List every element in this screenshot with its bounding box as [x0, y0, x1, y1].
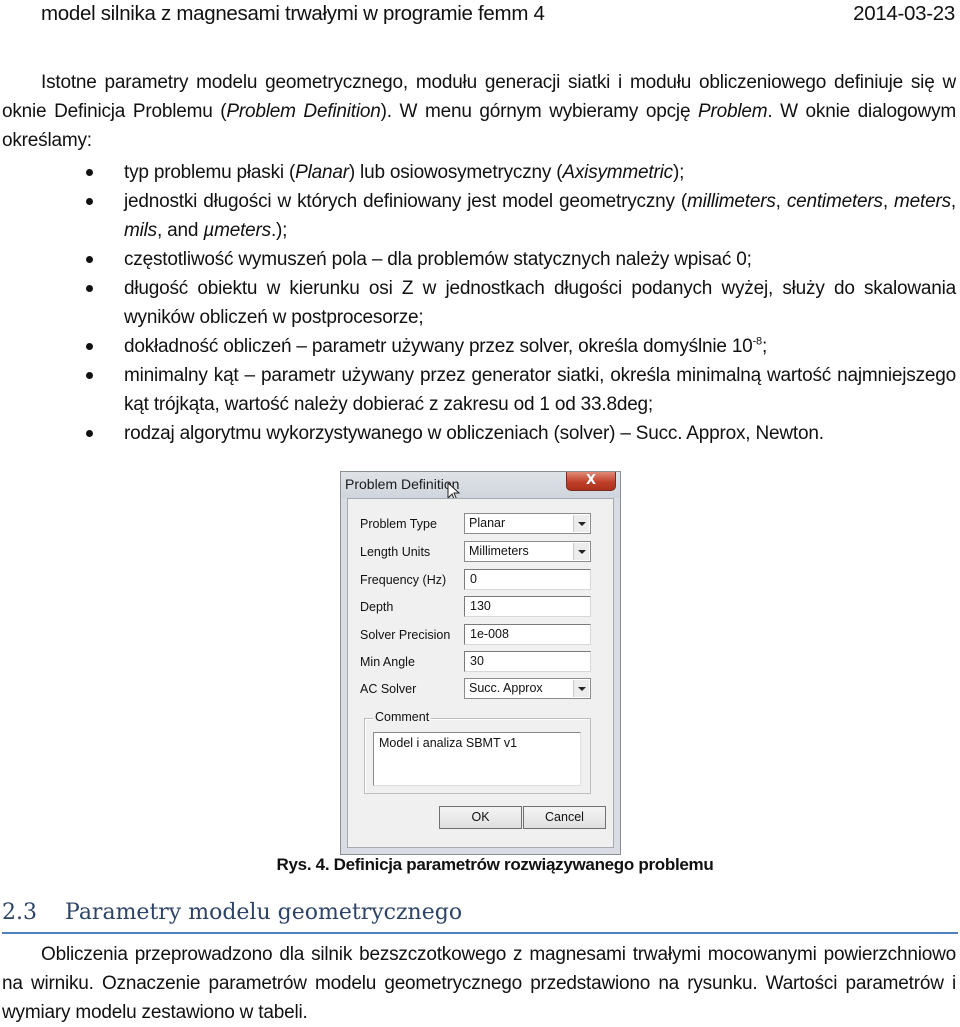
field-min-angle: Min Angle 30 [360, 651, 601, 673]
list-text: , [950, 191, 956, 212]
field-frequency: Frequency (Hz) 0 [360, 569, 601, 591]
running-header-date: 2014-03-23 [853, 2, 955, 25]
ok-button[interactable]: OK [439, 806, 522, 829]
list-text: typ problemu płaski ( [124, 162, 296, 183]
body-paragraph: Obliczenia przeprowadzono dla silnik bez… [2, 940, 956, 1027]
bullet-icon [86, 372, 93, 379]
dialog-titlebar[interactable]: Problem Definition X [341, 472, 620, 502]
parameter-list: typ problemu płaski (Planar) lub osiowos… [0, 158, 960, 448]
close-icon: X [585, 473, 597, 488]
list-italic: Axisymmetric [562, 162, 673, 183]
list-text: ; [761, 336, 768, 357]
list-text: minimalny kąt – parametr używany przez g… [124, 365, 956, 415]
list-text: długość obiektu w kierunku osi Z w jedno… [124, 278, 956, 328]
field-label: Depth [360, 600, 394, 614]
select-value: Planar [469, 516, 506, 530]
intro-text-2: ). W menu górnym wybieramy opcję [380, 101, 699, 122]
intro-italic-problem-definition: Problem Definition [226, 101, 381, 122]
bullet-icon [86, 285, 93, 292]
list-item: minimalny kąt – parametr używany przez g… [0, 361, 960, 419]
field-label: AC Solver [360, 682, 417, 696]
list-text: , and [156, 220, 204, 241]
bullet-icon [86, 169, 93, 176]
list-italic: mils [124, 220, 157, 241]
list-text: ) lub osiowosymetryczny ( [348, 162, 563, 183]
section-heading: 2.3 Parametry modelu geometrycznego [2, 898, 958, 934]
section-number: 2.3 [2, 900, 37, 925]
frequency-input[interactable]: 0 [464, 569, 591, 590]
list-text: , [882, 191, 894, 212]
list-item: rodzaj algorytmu wykorzystywanego w obli… [0, 419, 960, 448]
list-italic: centimeters [786, 191, 883, 212]
bullet-icon [86, 430, 93, 437]
exponent: -8 [752, 335, 763, 348]
list-item: częstotliwość wymuszeń pola – dla proble… [0, 245, 960, 274]
comment-textarea[interactable]: Model i analiza SBMT v1 [373, 732, 581, 786]
list-text: , [775, 191, 787, 212]
bullet-icon [86, 343, 93, 350]
comment-group: Comment Model i analiza SBMT v1 [364, 710, 591, 794]
depth-input[interactable]: 130 [464, 596, 591, 617]
chevron-down-icon[interactable] [573, 680, 589, 697]
running-header-title: model silnika z magnesami trwałymi w pro… [41, 2, 545, 25]
ac-solver-select[interactable]: Succ. Approx [464, 678, 591, 699]
select-value: Millimeters [469, 544, 529, 558]
chevron-down-icon[interactable] [573, 543, 589, 560]
figure-caption: Rys. 4. Definicja parametrów rozwiązywan… [276, 855, 714, 874]
list-italic: millimeters [687, 191, 776, 212]
problem-type-select[interactable]: Planar [464, 513, 591, 534]
field-label: Frequency (Hz) [360, 573, 447, 587]
field-depth: Depth 130 [360, 596, 601, 618]
list-item: dokładność obliczeń – parametr używany p… [0, 332, 960, 361]
field-label: Solver Precision [360, 628, 451, 642]
bullet-icon [86, 198, 93, 205]
list-text: ); [672, 162, 685, 183]
field-label: Min Angle [360, 655, 415, 669]
list-text: jednostki długości w których definiowany… [124, 191, 688, 212]
intro-paragraph: Istotne parametry modelu geometrycznego,… [2, 68, 956, 155]
dialog-title: Problem Definition [345, 476, 460, 492]
section-title: Parametry modelu geometrycznego [65, 900, 463, 925]
intro-italic-problem: Problem [698, 101, 768, 122]
length-units-select[interactable]: Millimeters [464, 541, 591, 562]
list-italic: meters [894, 191, 951, 212]
problem-definition-dialog: Problem Definition X Problem Type Planar… [340, 471, 621, 855]
field-solver-precision: Solver Precision 1e-008 [360, 624, 601, 646]
list-text: rodzaj algorytmu wykorzystywanego w obli… [124, 423, 824, 444]
list-text: .); [270, 220, 288, 241]
solver-precision-input[interactable]: 1e-008 [464, 624, 591, 645]
min-angle-input[interactable]: 30 [464, 651, 591, 672]
list-italic: µmeters [203, 220, 271, 241]
select-value: Succ. Approx [469, 681, 543, 695]
field-label: Length Units [360, 545, 431, 559]
comment-label: Comment [373, 710, 432, 724]
list-text: częstotliwość wymuszeń pola – dla proble… [124, 249, 752, 270]
list-italic: Planar [295, 162, 349, 183]
list-item: typ problemu płaski (Planar) lub osiowos… [0, 158, 960, 187]
list-item: długość obiektu w kierunku osi Z w jedno… [0, 274, 960, 332]
field-length-units: Length Units Millimeters [360, 541, 601, 563]
list-item: jednostki długości w których definiowany… [0, 187, 960, 245]
field-problem-type: Problem Type Planar [360, 513, 601, 535]
bullet-icon [86, 256, 93, 263]
list-text: dokładność obliczeń – parametr używany p… [124, 336, 753, 357]
field-ac-solver: AC Solver Succ. Approx [360, 678, 601, 700]
close-button[interactable]: X [566, 472, 616, 491]
chevron-down-icon[interactable] [573, 515, 589, 532]
cancel-button[interactable]: Cancel [523, 806, 606, 829]
field-label: Problem Type [360, 517, 437, 531]
dialog-body: Problem Type Planar Length Units Millime… [347, 498, 614, 848]
body-text: Obliczenia przeprowadzono dla silnik bez… [2, 944, 956, 1023]
